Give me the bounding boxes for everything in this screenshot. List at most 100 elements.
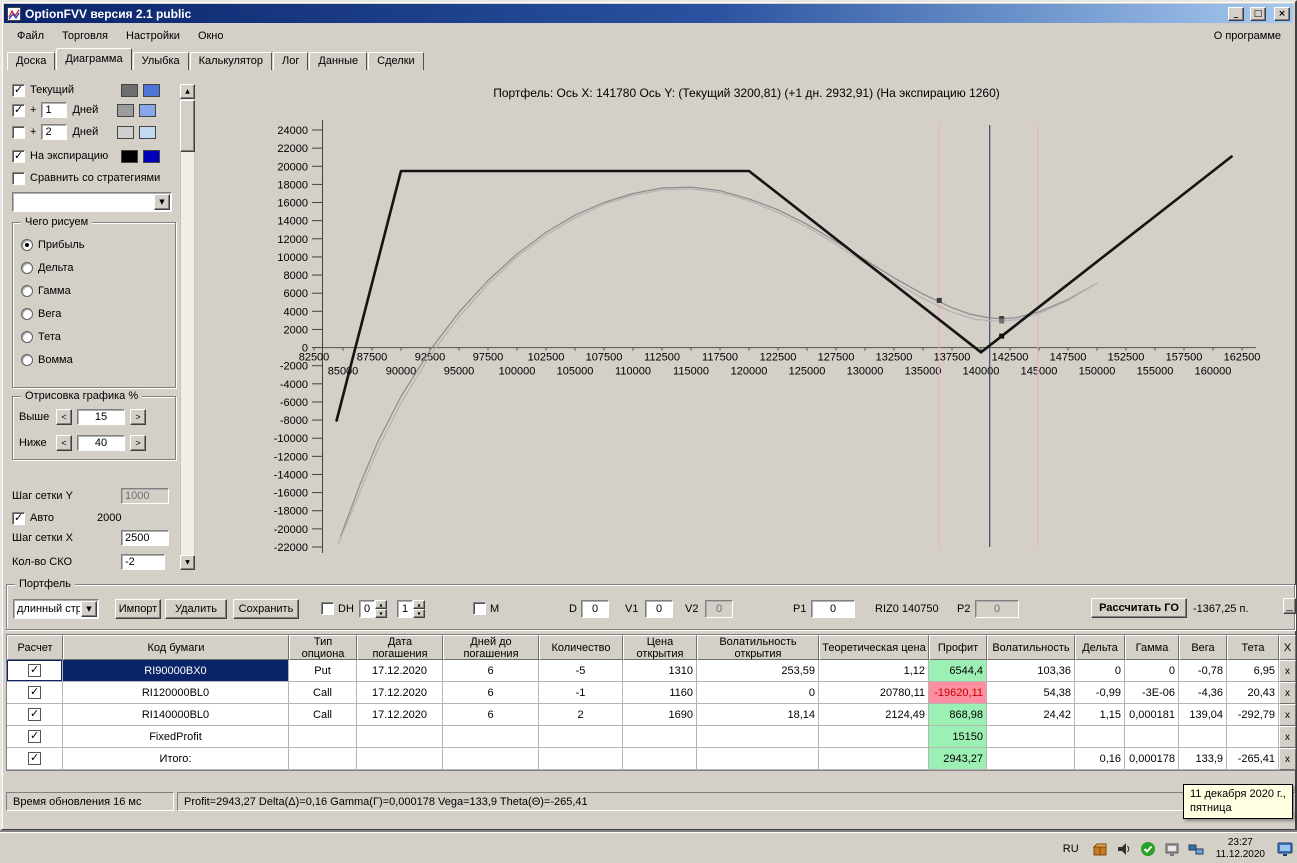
instrument-code-cell[interactable]: RI90000BX0 xyxy=(63,660,289,682)
tab-deals[interactable]: Сделки xyxy=(368,52,424,70)
table-cell[interactable]: 20780,11 xyxy=(819,682,929,704)
table-cell[interactable] xyxy=(697,726,819,748)
menu-trading[interactable]: Торговля xyxy=(53,27,117,45)
table-cell[interactable]: 139,04 xyxy=(1179,704,1227,726)
row-calc-checkbox[interactable] xyxy=(28,685,41,699)
menu-window[interactable]: Окно xyxy=(189,27,233,45)
table-cell[interactable]: 1160 xyxy=(623,682,697,704)
table-cell[interactable]: 18,14 xyxy=(697,704,819,726)
table-cell[interactable] xyxy=(357,748,443,770)
row-delete-button[interactable]: x xyxy=(1279,748,1296,770)
p2-input[interactable] xyxy=(975,600,1019,618)
v1-input[interactable] xyxy=(645,600,673,618)
maximize-button[interactable]: □ xyxy=(1250,6,1266,21)
table-cell[interactable] xyxy=(987,748,1075,770)
spin1-down-icon[interactable]: ▼ xyxy=(375,609,387,618)
table-cell[interactable]: 6544,4 xyxy=(929,660,987,682)
table-cell[interactable]: 6 xyxy=(443,660,539,682)
table-cell[interactable]: 15150 xyxy=(929,726,987,748)
instrument-code-cell[interactable]: FixedProfit xyxy=(63,726,289,748)
row-delete-button[interactable]: x xyxy=(1279,726,1296,748)
tab-calculator[interactable]: Калькулятор xyxy=(189,52,273,70)
minimize-button[interactable]: _ xyxy=(1228,6,1244,21)
table-cell[interactable]: 1,12 xyxy=(819,660,929,682)
p1-input[interactable] xyxy=(811,600,855,618)
dh-checkbox[interactable] xyxy=(321,602,334,615)
dh-spinner-2[interactable]: 1 ▲ ▼ xyxy=(397,600,425,618)
spin2-down-icon[interactable]: ▼ xyxy=(413,609,425,618)
above-decrement-button[interactable]: < xyxy=(56,409,72,425)
tab-data[interactable]: Данные xyxy=(309,52,368,70)
auto-checkbox[interactable] xyxy=(12,511,25,525)
m-checkbox[interactable] xyxy=(473,602,486,615)
table-cell[interactable]: 0,000178 xyxy=(1125,748,1179,770)
plus2-checkbox[interactable] xyxy=(12,125,25,139)
radio-gamma[interactable] xyxy=(21,285,33,297)
package-icon[interactable] xyxy=(1092,840,1109,857)
table-cell[interactable]: -4,36 xyxy=(1179,682,1227,704)
table-cell[interactable] xyxy=(819,726,929,748)
radio-profit[interactable] xyxy=(21,239,33,251)
above-input[interactable] xyxy=(77,409,125,425)
portfolio-combobox-arrow-icon[interactable]: ▼ xyxy=(81,601,97,617)
menu-about[interactable]: О программе xyxy=(1206,27,1289,45)
scroll-thumb[interactable] xyxy=(180,100,195,152)
menu-settings[interactable]: Настройки xyxy=(117,27,189,45)
table-cell[interactable]: Put xyxy=(289,660,357,682)
plus2-days-input[interactable] xyxy=(41,124,68,140)
spin1-up-icon[interactable]: ▲ xyxy=(375,600,387,609)
table-cell[interactable] xyxy=(539,748,623,770)
monitor-tray-icon[interactable] xyxy=(1164,840,1181,857)
instrument-code-cell[interactable]: Итого: xyxy=(63,748,289,770)
scroll-down-icon[interactable]: ▼ xyxy=(180,555,195,570)
table-cell[interactable]: -1 xyxy=(539,682,623,704)
table-cell[interactable] xyxy=(443,726,539,748)
table-cell[interactable]: 253,59 xyxy=(697,660,819,682)
table-cell[interactable]: 0 xyxy=(697,682,819,704)
save-button[interactable]: Сохранить xyxy=(233,599,299,619)
spin2-up-icon[interactable]: ▲ xyxy=(413,600,425,609)
table-cell[interactable]: 0,16 xyxy=(1075,748,1125,770)
collapse-button[interactable]: _ xyxy=(1283,598,1296,614)
radio-vomma[interactable] xyxy=(21,354,33,366)
panel-scrollbar[interactable]: ▲ ▼ xyxy=(180,84,195,570)
delete-button[interactable]: Удалить xyxy=(165,599,227,619)
table-cell[interactable] xyxy=(819,748,929,770)
instrument-code-cell[interactable]: RI120000BL0 xyxy=(63,682,289,704)
table-cell[interactable]: 17.12.2020 xyxy=(357,660,443,682)
table-cell[interactable]: Call xyxy=(289,704,357,726)
strategy-combobox[interactable]: ▼ xyxy=(12,192,172,212)
expiry-checkbox[interactable] xyxy=(12,149,25,163)
table-cell[interactable]: 868,98 xyxy=(929,704,987,726)
below-increment-button[interactable]: > xyxy=(130,435,146,451)
network-icon[interactable] xyxy=(1188,840,1205,857)
table-cell[interactable]: Call xyxy=(289,682,357,704)
row-delete-button[interactable]: x xyxy=(1279,682,1296,704)
table-cell[interactable]: 6 xyxy=(443,704,539,726)
table-cell[interactable] xyxy=(539,726,623,748)
table-cell[interactable]: -265,41 xyxy=(1227,748,1279,770)
portfolio-combobox[interactable]: длинный стре ▼ xyxy=(13,599,99,619)
row-calc-checkbox[interactable] xyxy=(28,729,41,743)
table-cell[interactable]: 1690 xyxy=(623,704,697,726)
row-calc-checkbox[interactable] xyxy=(28,707,41,721)
table-cell[interactable]: 6,95 xyxy=(1227,660,1279,682)
table-cell[interactable]: 103,36 xyxy=(987,660,1075,682)
table-cell[interactable]: 133,9 xyxy=(1179,748,1227,770)
table-cell[interactable]: 0 xyxy=(1125,660,1179,682)
table-cell[interactable]: 54,38 xyxy=(987,682,1075,704)
current-checkbox[interactable] xyxy=(12,83,25,97)
compare-checkbox[interactable] xyxy=(12,171,25,185)
row-delete-button[interactable]: x xyxy=(1279,704,1296,726)
table-cell[interactable]: -0,99 xyxy=(1075,682,1125,704)
table-cell[interactable]: 2124,49 xyxy=(819,704,929,726)
plus1-checkbox[interactable] xyxy=(12,103,25,117)
calc-margin-button[interactable]: Рассчитать ГО xyxy=(1091,598,1187,618)
table-cell[interactable]: 17.12.2020 xyxy=(357,682,443,704)
table-cell[interactable] xyxy=(289,726,357,748)
table-cell[interactable] xyxy=(623,748,697,770)
table-cell[interactable] xyxy=(623,726,697,748)
row-calc-checkbox[interactable] xyxy=(28,751,41,765)
table-cell[interactable]: 17.12.2020 xyxy=(357,704,443,726)
radio-vega[interactable] xyxy=(21,308,33,320)
